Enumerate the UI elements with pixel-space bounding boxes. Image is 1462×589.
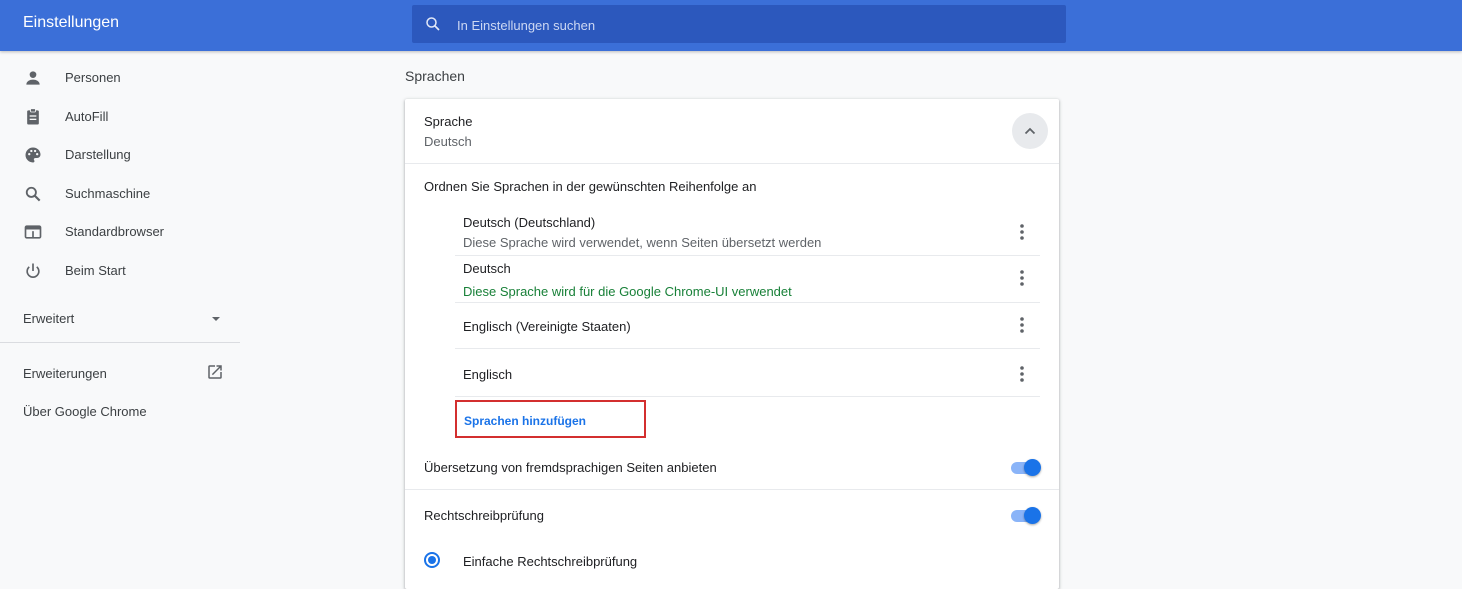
section-title: Sprachen [405, 68, 465, 84]
sidebar-item-darstellung[interactable]: Darstellung [0, 136, 240, 174]
caret-down-icon[interactable] [210, 313, 222, 325]
more-vert-icon [1020, 366, 1024, 382]
language-value: Deutsch [424, 134, 472, 149]
toggle-knob [1024, 507, 1041, 524]
sidebar-item-label: Suchmaschine [65, 186, 151, 201]
sidebar-item-personen[interactable]: Personen [0, 59, 240, 97]
more-options-button[interactable] [1011, 220, 1033, 244]
divider [455, 396, 1040, 397]
sidebar-item-label: AutoFill [65, 109, 109, 124]
browser-window-icon [24, 225, 42, 239]
sidebar-item-label: Personen [65, 70, 121, 85]
search-icon [25, 186, 41, 202]
sidebar-item-beim-start[interactable]: Beim Start [0, 252, 240, 290]
spellcheck-toggle[interactable] [1009, 507, 1041, 524]
about-chrome-link[interactable]: Über Google Chrome [23, 404, 147, 419]
palette-icon [25, 147, 41, 163]
translate-label: Übersetzung von fremdsprachigen Seiten a… [424, 460, 717, 475]
sidebar-item-label: Beim Start [65, 263, 126, 278]
language-name: Deutsch [463, 261, 511, 276]
spellcheck-basic-radio[interactable] [424, 552, 440, 568]
language-note: Diese Sprache wird verwendet, wenn Seite… [463, 235, 822, 250]
translate-toggle[interactable] [1009, 459, 1041, 476]
search-input[interactable] [455, 5, 1059, 45]
advanced-toggle[interactable]: Erweitert [23, 311, 74, 326]
more-vert-icon [1020, 224, 1024, 240]
person-icon [26, 71, 40, 85]
chevron-up-icon [1024, 127, 1036, 135]
divider [455, 255, 1040, 256]
toggle-knob [1024, 459, 1041, 476]
language-name: Englisch (Vereinigte Staaten) [463, 319, 631, 334]
more-options-button[interactable] [1011, 362, 1033, 386]
clipboard-icon [27, 108, 39, 125]
collapse-button[interactable] [1012, 113, 1048, 149]
spellcheck-label: Rechtschreibprüfung [424, 508, 544, 523]
divider [405, 489, 1059, 490]
language-label: Sprache [424, 114, 473, 129]
more-vert-icon [1020, 270, 1024, 286]
more-options-button[interactable] [1011, 313, 1033, 337]
language-note: Diese Sprache wird für die Google Chrome… [463, 284, 792, 299]
more-vert-icon [1020, 317, 1024, 333]
sidebar-item-label: Standardbrowser [65, 224, 164, 239]
add-languages-label: Sprachen hinzufügen [464, 414, 587, 428]
spellcheck-option-label: Einfache Rechtschreibprüfung [463, 554, 638, 569]
search-icon [426, 17, 440, 31]
divider [455, 302, 1040, 303]
language-name: Englisch [463, 367, 513, 382]
search-box[interactable] [412, 5, 1066, 45]
sidebar-item-standardbrowser[interactable]: Standardbrowser [0, 213, 240, 251]
page-title: Einstellungen [23, 14, 120, 31]
sidebar-divider [0, 342, 240, 343]
divider [405, 163, 1059, 164]
sidebar-item-label: Darstellung [65, 147, 131, 162]
extensions-link[interactable]: Erweiterungen [23, 366, 107, 381]
order-hint: Ordnen Sie Sprachen in der gewünschten R… [424, 179, 757, 194]
divider [455, 348, 1040, 349]
more-options-button[interactable] [1011, 266, 1033, 290]
languages-card: Sprache Deutsch Ordnen Sie Sprachen in d… [405, 99, 1059, 589]
language-name: Deutsch (Deutschland) [463, 215, 596, 230]
add-languages-button[interactable]: Sprachen hinzufügen [455, 400, 646, 438]
top-bar: Einstellungen [0, 0, 1462, 51]
open-in-new-icon[interactable] [206, 363, 224, 381]
power-icon [26, 263, 40, 278]
sidebar-item-autofill[interactable]: AutoFill [0, 98, 240, 136]
sidebar: Personen AutoFill Darstellung Suchmaschi… [0, 51, 240, 579]
sidebar-item-suchmaschine[interactable]: Suchmaschine [0, 175, 240, 213]
